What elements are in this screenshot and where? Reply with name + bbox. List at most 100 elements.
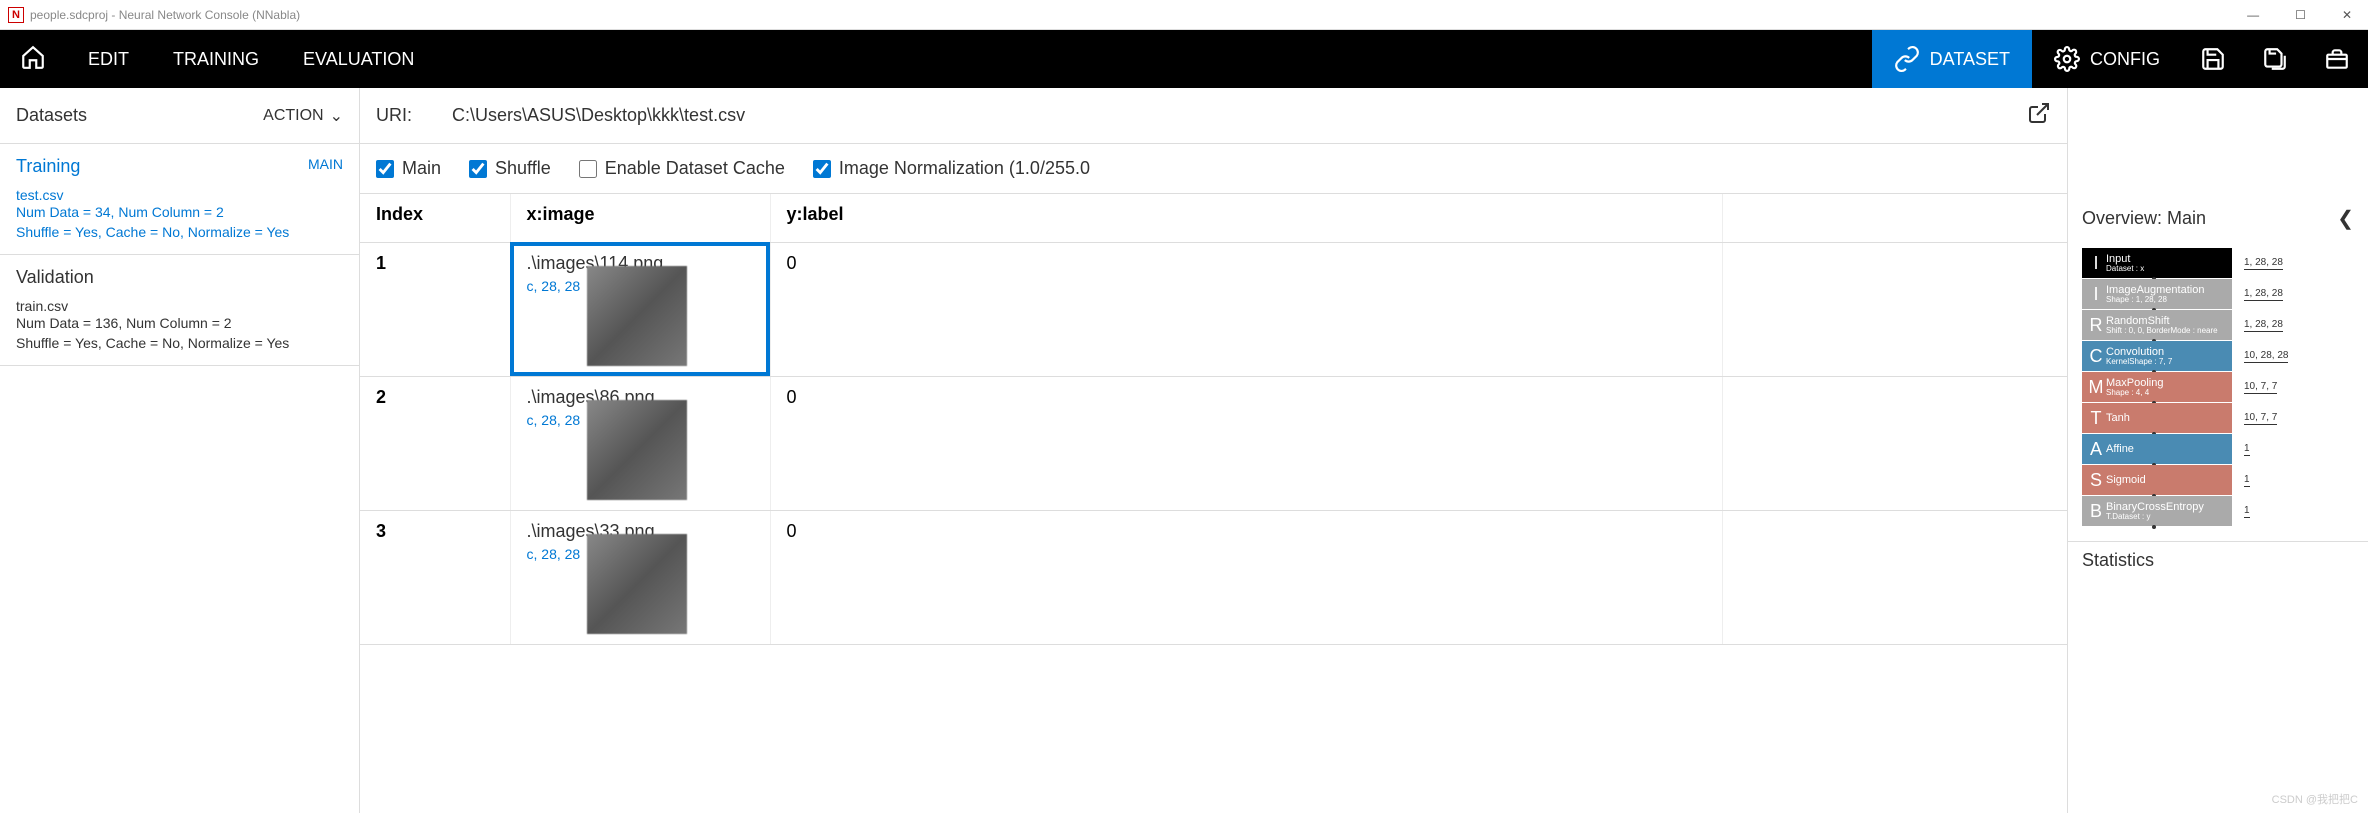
layer-name: Convolution: [2106, 347, 2172, 358]
dataset-file: train.csv: [16, 298, 343, 314]
layer-shape: 1: [2244, 443, 2250, 456]
tab-training[interactable]: TRAINING: [151, 30, 281, 88]
layer-box: M MaxPooling Shape : 4, 4: [2082, 372, 2232, 402]
statistics-title: Statistics: [2068, 541, 2368, 579]
col-x: x:image: [510, 194, 770, 242]
layer-letter: C: [2086, 346, 2106, 367]
layer-tanh[interactable]: T Tanh 10, 7, 7: [2082, 403, 2354, 433]
sidebar: Datasets ACTION ⌄ MAIN Training test.csv…: [0, 88, 360, 813]
layer-shape: 1, 28, 28: [2244, 257, 2283, 270]
layer-letter: T: [2086, 408, 2106, 429]
chevron-down-icon: ⌄: [330, 106, 343, 126]
options-bar: Main Shuffle Enable Dataset Cache Image …: [360, 144, 2067, 194]
cell-index: 1: [360, 242, 510, 376]
layer-shape: 1: [2244, 505, 2250, 518]
layer-shape: 10, 7, 7: [2244, 412, 2277, 425]
toolbox-button[interactable]: [2306, 30, 2368, 88]
uri-path: C:\Users\ASUS\Desktop\kkk\test.csv: [452, 105, 745, 126]
overview-title: Overview: Main: [2082, 208, 2206, 229]
image-thumbnail: [587, 534, 687, 634]
uri-label: URI:: [376, 105, 412, 126]
main-badge: MAIN: [308, 156, 343, 172]
dataset-validation[interactable]: Validation train.csv Num Data = 136, Num…: [0, 255, 359, 366]
dataset-meta2: Shuffle = Yes, Cache = No, Normalize = Y…: [16, 223, 343, 243]
content-area: URI: C:\Users\ASUS\Desktop\kkk\test.csv …: [360, 88, 2068, 813]
layer-convolution[interactable]: C Convolution KernelShape : 7, 7 10, 28,…: [2082, 341, 2354, 371]
dataset-file: test.csv: [16, 187, 343, 203]
layer-box: A Affine: [2082, 434, 2232, 464]
layer-letter: I: [2086, 284, 2106, 305]
tab-dataset[interactable]: DATASET: [1872, 30, 2032, 88]
layer-affine[interactable]: A Affine 1: [2082, 434, 2354, 464]
layer-sub: Shape : 1, 28, 28: [2106, 296, 2204, 304]
layer-binarycrossentropy[interactable]: B BinaryCrossEntropy T.Dataset : y 1: [2082, 496, 2354, 526]
checkbox-main[interactable]: Main: [376, 158, 441, 179]
image-thumbnail: [587, 400, 687, 500]
col-y: y:label: [770, 194, 1723, 242]
layer-letter: M: [2086, 377, 2106, 398]
checkbox-shuffle[interactable]: Shuffle: [469, 158, 551, 179]
titlebar: N people.sdcproj - Neural Network Consol…: [0, 0, 2368, 30]
layer-shape: 10, 7, 7: [2244, 381, 2277, 394]
layer-box: C Convolution KernelShape : 7, 7: [2082, 341, 2232, 371]
top-nav: EDIT TRAINING EVALUATION DATASET CONFIG: [0, 30, 2368, 88]
dataset-meta1: Num Data = 34, Num Column = 2: [16, 203, 343, 223]
layer-imageaugmentation[interactable]: I ImageAugmentation Shape : 1, 28, 28 1,…: [2082, 279, 2354, 309]
layer-box: B BinaryCrossEntropy T.Dataset : y: [2082, 496, 2232, 526]
network-graph[interactable]: I Input Dataset : x 1, 28, 28 I ImageAug…: [2068, 242, 2368, 533]
save-button[interactable]: [2182, 30, 2244, 88]
checkbox-normalize[interactable]: Image Normalization (1.0/255.0: [813, 158, 1090, 179]
maximize-button[interactable]: ☐: [2287, 8, 2314, 22]
layer-sub: Shape : 4, 4: [2106, 389, 2163, 397]
table-row[interactable]: 2 .\images\86.png c, 28, 28 0: [360, 376, 2067, 510]
cell-image[interactable]: .\images\86.png c, 28, 28: [510, 376, 770, 510]
open-external-button[interactable]: [2027, 101, 2051, 130]
layer-box: T Tanh: [2082, 403, 2232, 433]
checkbox-cache[interactable]: Enable Dataset Cache: [579, 158, 785, 179]
data-table: Index x:image y:label 1 .\images\114.png…: [360, 194, 2067, 645]
sidebar-title: Datasets: [16, 105, 87, 126]
layer-letter: A: [2086, 439, 2106, 460]
layer-name: Input: [2106, 254, 2144, 265]
cell-image[interactable]: .\images\114.png c, 28, 28: [510, 242, 770, 376]
layer-name: Sigmoid: [2106, 475, 2146, 486]
layer-box: R RandomShift Shift : 0, 0, BorderMode :…: [2082, 310, 2232, 340]
action-dropdown[interactable]: ACTION ⌄: [263, 106, 343, 126]
layer-randomshift[interactable]: R RandomShift Shift : 0, 0, BorderMode :…: [2082, 310, 2354, 340]
dataset-meta1: Num Data = 136, Num Column = 2: [16, 314, 343, 334]
layer-shape: 10, 28, 28: [2244, 350, 2288, 363]
cell-label: 0: [770, 242, 1723, 376]
dataset-training[interactable]: MAIN Training test.csv Num Data = 34, Nu…: [0, 144, 359, 255]
window-controls: — ☐ ✕: [2239, 8, 2360, 22]
col-index: Index: [360, 194, 510, 242]
cell-index: 2: [360, 376, 510, 510]
layer-name: ImageAugmentation: [2106, 285, 2204, 296]
main-area: Datasets ACTION ⌄ MAIN Training test.csv…: [0, 88, 2368, 813]
tab-config[interactable]: CONFIG: [2032, 30, 2182, 88]
home-button[interactable]: [0, 44, 66, 75]
layer-shape: 1: [2244, 474, 2250, 487]
collapse-button[interactable]: ❮: [2337, 206, 2354, 231]
layer-maxpooling[interactable]: M MaxPooling Shape : 4, 4 10, 7, 7: [2082, 372, 2354, 402]
tab-evaluation[interactable]: EVALUATION: [281, 30, 436, 88]
table-row[interactable]: 3 .\images\33.png c, 28, 28 0: [360, 510, 2067, 644]
layer-sigmoid[interactable]: S Sigmoid 1: [2082, 465, 2354, 495]
cell-label: 0: [770, 376, 1723, 510]
layer-letter: S: [2086, 470, 2106, 491]
layer-shape: 1, 28, 28: [2244, 288, 2283, 301]
layer-input[interactable]: I Input Dataset : x 1, 28, 28: [2082, 248, 2354, 278]
minimize-button[interactable]: —: [2239, 8, 2267, 22]
cell-index: 3: [360, 510, 510, 644]
overview-title-row: Overview: Main ❮: [2068, 194, 2368, 242]
cell-label: 0: [770, 510, 1723, 644]
layer-shape: 1, 28, 28: [2244, 319, 2283, 332]
cell-image[interactable]: .\images\33.png c, 28, 28: [510, 510, 770, 644]
data-table-wrap[interactable]: Index x:image y:label 1 .\images\114.png…: [360, 194, 2067, 813]
table-row[interactable]: 1 .\images\114.png c, 28, 28 0: [360, 242, 2067, 376]
tab-edit[interactable]: EDIT: [66, 30, 151, 88]
close-button[interactable]: ✕: [2334, 8, 2360, 22]
window-title: people.sdcproj - Neural Network Console …: [30, 8, 300, 22]
save-all-button[interactable]: [2244, 30, 2306, 88]
dataset-meta2: Shuffle = Yes, Cache = No, Normalize = Y…: [16, 334, 343, 354]
sidebar-header: Datasets ACTION ⌄: [0, 88, 359, 144]
